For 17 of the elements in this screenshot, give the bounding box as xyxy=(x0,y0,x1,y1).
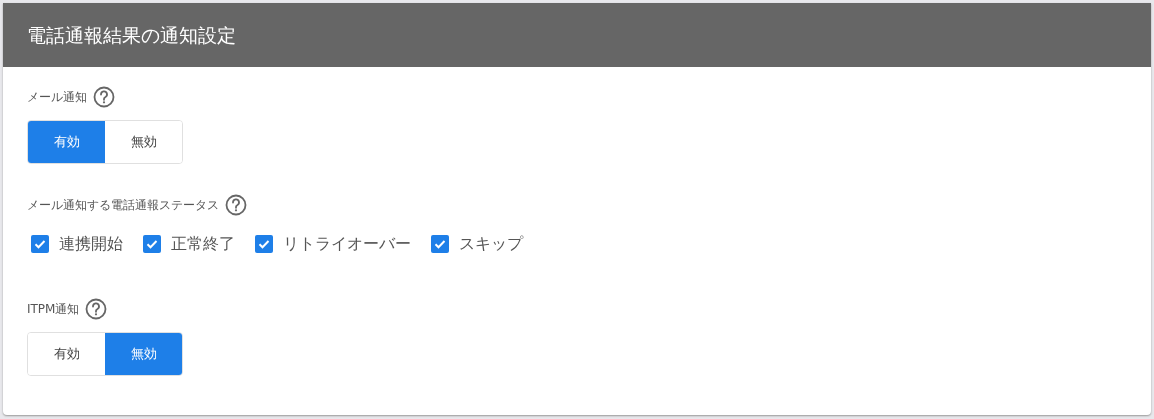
field-label: ITPM通知 xyxy=(27,301,80,318)
checkbox-label: リトライオーバー xyxy=(283,233,411,255)
checkbox[interactable] xyxy=(31,235,49,253)
help-icon[interactable] xyxy=(225,194,247,216)
field-label: メール通知する電話通報ステータス xyxy=(27,197,219,214)
checkbox[interactable] xyxy=(255,235,273,253)
help-icon[interactable] xyxy=(85,298,108,320)
checkbox-label: 連携開始 xyxy=(59,233,123,255)
help-icon[interactable] xyxy=(93,86,115,108)
toggle-option[interactable]: 有効 xyxy=(28,121,105,163)
checkbox[interactable] xyxy=(143,235,161,253)
field-label: メール通知 xyxy=(27,89,87,106)
window-title: 電話通報結果の通知設定 xyxy=(27,22,236,48)
toggle-option[interactable]: 無効 xyxy=(105,333,182,375)
checkbox-label: 正常終了 xyxy=(171,233,235,255)
checkbox-label: スキップ xyxy=(459,233,523,255)
checkbox[interactable] xyxy=(431,235,449,253)
